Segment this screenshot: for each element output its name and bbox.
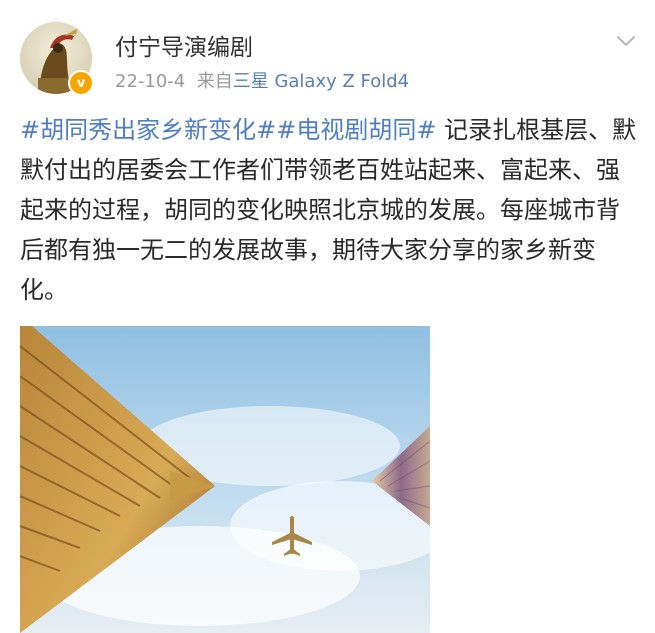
post-body: #胡同秀出家乡新变化##电视剧胡同# 记录扎根基层、默默付出的居委会工作者们带领…: [20, 110, 640, 310]
post-body-text: 记录扎根基层、默默付出的居委会工作者们带领老百姓站起来、富起来、强起来的过程，胡…: [20, 116, 637, 304]
author-name[interactable]: 付宁导演编剧: [115, 28, 253, 62]
post-date: 22-10-4: [115, 71, 186, 92]
device-link[interactable]: 三星 Galaxy Z Fold4: [233, 71, 409, 92]
hashtag-hometown[interactable]: #胡同秀出家乡新变化#: [20, 116, 276, 144]
hashtag-tv-series[interactable]: #电视剧胡同#: [276, 116, 436, 144]
post-image-art: [20, 326, 430, 633]
chevron-down-icon[interactable]: [615, 30, 637, 52]
verified-badge-icon: v: [68, 70, 94, 96]
avatar-container[interactable]: v: [20, 22, 94, 96]
post-image[interactable]: [20, 326, 430, 633]
source-prefix: 来自: [196, 71, 233, 92]
post-meta: 22-10-4 来自三星 Galaxy Z Fold4: [115, 67, 409, 93]
